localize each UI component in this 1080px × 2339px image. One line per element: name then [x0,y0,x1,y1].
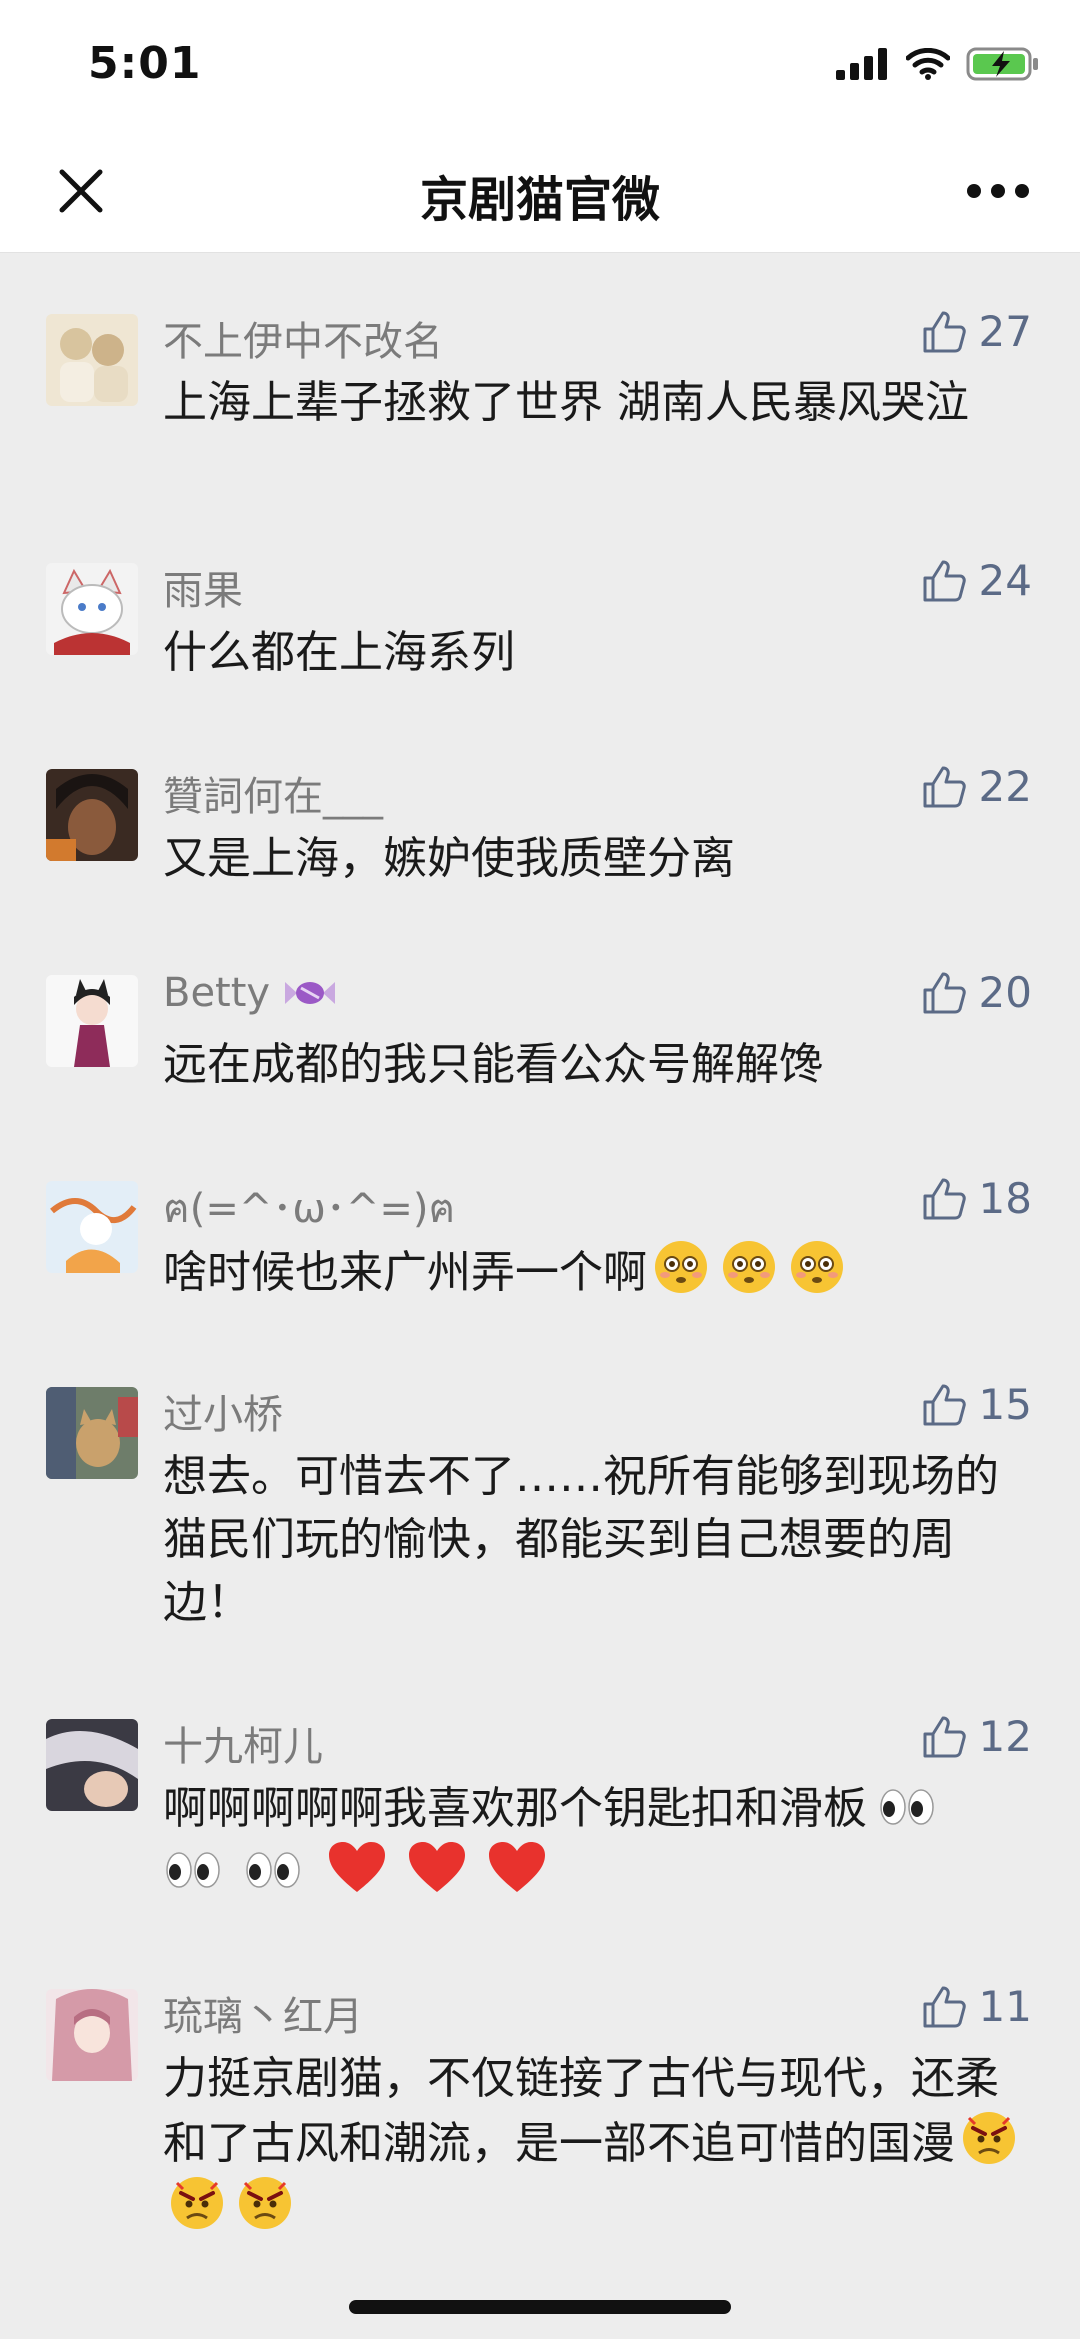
like-button[interactable]: 11 [921,1982,1032,2031]
like-count: 11 [978,1982,1032,2031]
commenter-name-text: Betty [163,970,271,1016]
dark-hair-boy-avatar[interactable] [46,769,138,861]
fox-spirit-avatar[interactable] [46,1181,138,1273]
like-button[interactable]: 20 [921,968,1032,1017]
comment-text-content: 力挺京剧猫，不仅链接了古代与现代，还柔和了古风和潮流，是一部不追可惜的国漫 [163,2053,999,2169]
eyes-emoji [880,1789,934,1825]
nav-bar: 京剧猫官微 [0,130,1080,253]
comment-text: 想去。可惜去不了……祝所有能够到现场的猫民们玩的愉快，都能买到自己想要的周边！ [163,1451,999,1628]
thumbs-up-icon [923,766,966,807]
like-button[interactable]: 12 [921,1712,1032,1761]
like-button[interactable]: 22 [921,762,1032,811]
flushed-emoji [791,1241,843,1293]
like-button[interactable]: 27 [921,307,1032,356]
comment-text: 上海上辈子拯救了世界 湖南人民暴风哭泣 [163,377,969,428]
comment-text-content: 啊啊啊啊啊我喜欢那个钥匙扣和滑板 [163,1783,867,1834]
angry-face-emoji [239,2177,291,2229]
comment-list: 不上伊中不改名 27 上海上辈子拯救了世界 湖南人民暴风哭泣 雨果 24 什么都… [0,253,1080,2251]
comment-item: 十九柯儿 12 啊啊啊啊啊我喜欢那个钥匙扣和滑板 [0,1681,1080,1951]
comment-text-content: 啥时候也来广州弄一个啊 [163,1247,647,1298]
home-indicator[interactable] [349,2300,731,2314]
cat-girl-avatar[interactable] [46,975,138,1067]
like-count: 22 [978,762,1032,811]
comment-text: 又是上海，嫉妒使我质壁分离 [163,833,735,884]
like-count: 18 [978,1174,1032,1223]
like-button[interactable]: 15 [921,1380,1032,1429]
like-button[interactable]: 24 [921,556,1032,605]
angry-face-emoji [963,2112,1015,2164]
eyes-emoji [246,1852,300,1888]
comment-item: Betty 20 远在成都的我只能看公众号解解馋 [0,937,1080,1143]
thumbs-up-icon [923,972,966,1013]
status-icons [836,46,1040,82]
thumbs-up-icon [923,1178,966,1219]
status-bar: 5:01 [0,0,1080,130]
thumbs-up-icon [923,1716,966,1757]
commenter-name[interactable]: 过小桥 [163,1382,283,1440]
comment-item: 琉璃丶红月 11 力挺京剧猫，不仅链接了古代与现代，还柔和了古风和潮流，是一部不… [0,1951,1080,2251]
commenter-name[interactable]: 琉璃丶红月 [163,1984,363,2042]
more-options-icon[interactable] [966,182,1030,200]
heart-emoji [489,1842,545,1892]
commenter-name[interactable]: Betty [163,970,337,1016]
angry-face-emoji [171,2177,223,2229]
signal-icon [836,48,887,80]
status-time: 5:01 [88,38,202,89]
comment-item: ฅ(=^･ω･^=)ฅ 18 啥时候也来广州弄一个啊 [0,1143,1080,1349]
comment-item: 不上伊中不改名 27 上海上辈子拯救了世界 湖南人民暴风哭泣 [0,253,1080,523]
wifi-icon [906,48,950,80]
silver-hair-avatar[interactable] [46,1719,138,1811]
comment-text: 远在成都的我只能看公众号解解馋 [163,1039,823,1090]
commenter-name[interactable]: 雨果 [163,558,243,616]
commenter-name[interactable]: ฅ(=^･ω･^=)ฅ [163,1176,455,1240]
pink-hair-girl-avatar[interactable] [46,1989,138,2081]
eyes-emoji [166,1852,220,1888]
like-count: 12 [978,1712,1032,1761]
comment-item: 贊詞何在___ 22 又是上海，嫉妒使我质壁分离 [0,731,1080,937]
comment-item: 雨果 24 什么都在上海系列 [0,523,1080,731]
comment-item: 过小桥 15 想去。可惜去不了……祝所有能够到现场的猫民们玩的愉快，都能买到自己… [0,1349,1080,1681]
thumbs-up-icon [923,311,966,352]
white-cat-avatar[interactable] [46,563,138,655]
like-count: 27 [978,307,1032,356]
like-count: 20 [978,968,1032,1017]
page-title: 京剧猫官微 [419,172,660,228]
heart-emoji [329,1842,385,1892]
like-count: 15 [978,1380,1032,1429]
commenter-name[interactable]: 贊詞何在___ [163,764,383,822]
comment-text: 什么都在上海系列 [163,627,515,678]
commenter-name[interactable]: 十九柯儿 [163,1714,323,1772]
thumbs-up-icon [923,560,966,601]
like-button[interactable]: 18 [921,1174,1032,1223]
like-count: 24 [978,556,1032,605]
thumbs-up-icon [923,1384,966,1425]
comment-text: 啊啊啊啊啊我喜欢那个钥匙扣和滑板 [163,1777,1033,1903]
comment-text: 力挺京剧猫，不仅链接了古代与现代，还柔和了古风和潮流，是一部不追可惜的国漫 [163,2047,1033,2240]
flushed-emoji [655,1241,707,1293]
commenter-name[interactable]: 不上伊中不改名 [163,309,443,367]
comment-text: 啥时候也来广州弄一个啊 [163,1239,1033,1304]
anime-girls-avatar[interactable] [46,314,138,406]
candy-icon [284,982,335,1004]
battery-charging-icon [966,47,1038,81]
flushed-emoji [723,1241,775,1293]
heart-emoji [409,1842,465,1892]
cat-figurine-avatar[interactable] [46,1387,138,1479]
thumbs-up-icon [923,1986,966,2027]
